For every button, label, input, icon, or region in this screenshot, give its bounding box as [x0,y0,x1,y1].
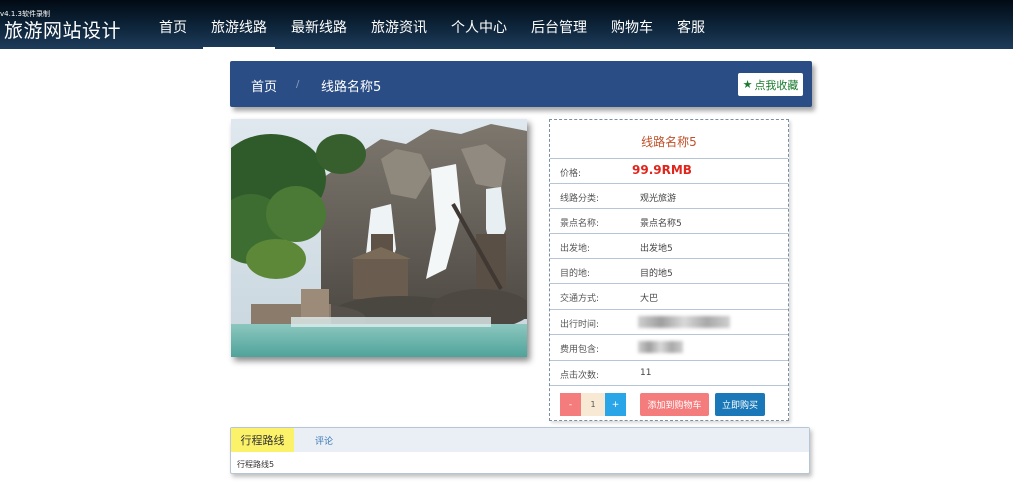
detail-label: 费用包含: [560,345,600,355]
nav-tour-routes[interactable]: 旅游线路 [199,0,279,49]
price-value: 99.9RMB [632,163,692,177]
detail-label: 交通方式: [560,294,600,304]
blurred-value [638,341,683,353]
breadcrumb-current: 线路名称5 [321,80,382,95]
nav-admin[interactable]: 后台管理 [519,0,599,49]
detail-label: 目的地: [560,269,591,279]
detail-row-travel-time: 出行时间: [550,309,788,334]
buy-now-button[interactable]: 立即购买 [715,393,765,416]
tab-itinerary[interactable]: 行程路线 [231,428,294,452]
route-title: 线路名称5 [641,135,697,149]
detail-row-destination: 目的地: 目的地5 [550,258,788,283]
detail-row-transport: 交通方式: 大巴 [550,283,788,308]
favorite-button[interactable]: ★ 点我收藏 [738,73,803,96]
detail-label: 景点名称: [560,219,600,229]
site-logo[interactable]: 旅游网站设计 [4,16,121,43]
detail-value: 观光旅游 [640,194,677,204]
decrease-quantity-button[interactable]: - [560,393,581,416]
quantity-stepper: - + [560,393,626,416]
favorite-label: 点我收藏 [754,78,799,92]
blurred-value [638,316,730,328]
route-detail-card: 线路名称5 价格: 99.9RMB 线路分类: 观光旅游 景点名称: 景点名称5… [549,119,789,421]
breadcrumb: 首页 / 线路名称5 ★ 点我收藏 [230,61,812,107]
nav-travel-news[interactable]: 旅游资讯 [359,0,439,49]
detail-label: 点击次数: [560,371,600,381]
breadcrumb-separator: / [296,79,300,90]
detail-value: 景点名称5 [640,219,682,229]
price-row: 价格: 99.9RMB [550,158,788,183]
detail-row-attraction: 景点名称: 景点名称5 [550,208,788,233]
detail-row-fee-includes: 费用包含: [550,334,788,359]
tab-comments[interactable]: 评论 [315,434,333,447]
route-tabs-panel: 行程路线 评论 行程路线5 [230,427,810,474]
nav-personal-center[interactable]: 个人中心 [439,0,519,49]
detail-row-category: 线路分类: 观光旅游 [550,183,788,208]
nav-cart[interactable]: 购物车 [599,0,665,49]
add-to-cart-button[interactable]: 添加到购物车 [640,393,709,416]
quantity-input[interactable] [581,393,605,416]
breadcrumb-home-link[interactable]: 首页 [251,76,277,95]
tabs-header: 行程路线 评论 [231,428,809,452]
detail-label: 出行时间: [560,320,600,330]
nav-latest-routes[interactable]: 最新线路 [279,0,359,49]
divider [550,385,788,386]
detail-value: 11 [640,368,652,378]
detail-value: 出发地5 [640,244,673,254]
star-icon: ★ [742,78,753,91]
main-nav: 首页 旅游线路 最新线路 旅游资讯 个人中心 后台管理 购物车 客服 [147,0,717,49]
detail-label: 线路分类: [560,194,600,204]
increase-quantity-button[interactable]: + [605,393,626,416]
route-photo [231,119,527,357]
tab-content: 行程路线5 [237,460,275,469]
detail-row-clicks: 点击次数: 11 [550,360,788,385]
detail-label: 出发地: [560,244,591,254]
detail-row-departure: 出发地: 出发地5 [550,233,788,258]
detail-value: 大巴 [640,294,659,304]
nav-customer-service[interactable]: 客服 [665,0,717,49]
price-label: 价格: [560,169,582,179]
detail-value: 目的地5 [640,269,673,279]
nav-home[interactable]: 首页 [147,0,199,49]
top-nav-bar: v4.1.3软件录制 旅游网站设计 首页 旅游线路 最新线路 旅游资讯 个人中心… [0,0,1013,49]
